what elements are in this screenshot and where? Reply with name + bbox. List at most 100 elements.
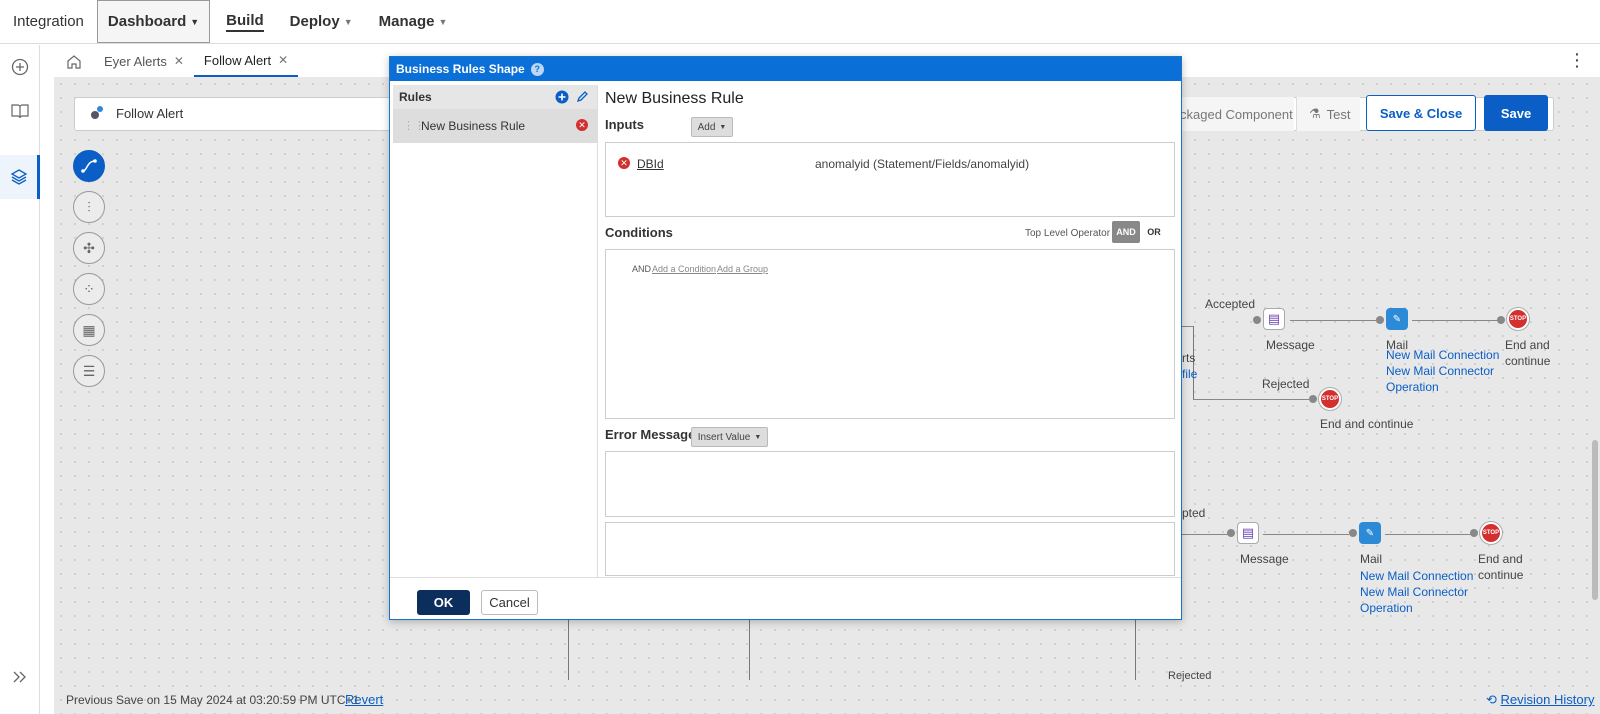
stop-icon[interactable]: STOP	[1480, 522, 1502, 544]
close-icon[interactable]: ✕	[174, 54, 184, 68]
edit-rule-icon[interactable]	[576, 90, 589, 106]
layers-icon[interactable]	[0, 155, 40, 199]
error-message-input[interactable]	[605, 451, 1175, 517]
business-rules-dialog: Business Rules Shape ? Rules ⋮⋮ New Busi…	[389, 56, 1182, 620]
expand-icon[interactable]	[0, 655, 40, 699]
mail-operation-link[interactable]: New Mail Connector	[1360, 584, 1468, 600]
mail-connection-link[interactable]: New Mail Connection	[1386, 347, 1499, 363]
input-name-link[interactable]: DBId	[637, 157, 664, 171]
puzzle-tool-icon[interactable]: ✣	[73, 232, 105, 264]
flow-line	[1182, 534, 1228, 535]
mail-connector-icon[interactable]: ✎	[1359, 522, 1381, 544]
process-icon	[88, 104, 106, 122]
mail-connection-link[interactable]: New Mail Connection	[1360, 568, 1473, 584]
flow-line	[1385, 534, 1471, 535]
nav-manage-label: Manage	[378, 13, 435, 30]
nav-build[interactable]: Build	[216, 0, 274, 43]
flask-icon: ⚗	[1309, 106, 1321, 121]
conditions-box: AND Add a Condition Add a Group	[605, 249, 1175, 419]
more-options-icon[interactable]: ⋮	[1568, 50, 1586, 71]
add-condition-link[interactable]: Add a Condition	[652, 264, 716, 274]
book-icon[interactable]	[0, 89, 40, 133]
flow-line	[749, 620, 750, 680]
chevron-down-icon: ▼	[754, 433, 762, 441]
process-name: Follow Alert	[116, 106, 184, 121]
help-icon[interactable]: ?	[530, 62, 544, 76]
and-operator-button[interactable]: AND	[1112, 221, 1140, 243]
add-group-link[interactable]: Add a Group	[717, 264, 768, 274]
packaged-component-label: ckaged Component	[1180, 106, 1293, 122]
delete-rule-icon[interactable]: ✕	[576, 119, 588, 131]
accepted-label: Accepted	[1205, 297, 1256, 311]
mail-operation-link[interactable]: New Mail Connector	[1386, 363, 1494, 379]
history-icon: ⟲	[1486, 692, 1497, 707]
home-tab[interactable]	[54, 45, 94, 77]
ok-button[interactable]: OK	[417, 590, 470, 615]
insert-value-button[interactable]: Insert Value ▼	[691, 427, 768, 447]
flow-dot	[1376, 316, 1384, 324]
mail-operation-link-2[interactable]: Operation	[1360, 600, 1413, 616]
remove-input-icon[interactable]: ✕	[618, 157, 630, 169]
mail-operation-link-2[interactable]: Operation	[1386, 379, 1439, 395]
rts-fragment: rts	[1182, 351, 1196, 365]
packaged-component-button[interactable]: ckaged Component	[1180, 97, 1294, 131]
nav-dashboard-label: Dashboard	[107, 13, 187, 30]
home-icon	[67, 54, 81, 69]
or-operator-button[interactable]: OR	[1142, 221, 1166, 243]
chevron-down-icon: ▼	[343, 16, 353, 27]
grid-tool-icon[interactable]: ⁘	[73, 273, 105, 305]
mail-connector-icon[interactable]: ✎	[1386, 308, 1408, 330]
revert-link[interactable]: Revert	[345, 692, 383, 707]
end-label-2: continue	[1505, 354, 1551, 368]
flow-dot	[1349, 529, 1357, 537]
map-tool-icon[interactable]: ▦	[73, 314, 105, 346]
stop-icon[interactable]: STOP	[1319, 388, 1341, 410]
connector-tool-icon[interactable]	[73, 150, 105, 182]
test-button[interactable]: ⚗ Test	[1296, 97, 1360, 131]
flow-line	[1263, 534, 1349, 535]
tab-label: Eyer Alerts	[104, 53, 167, 69]
sliders-tool-icon[interactable]: ⫶	[73, 191, 105, 223]
revision-history-label: Revision History	[1500, 692, 1595, 707]
rejected-bottom-label: Rejected	[1168, 670, 1212, 682]
end-label: End and	[1478, 552, 1523, 566]
chevron-down-icon: ▼	[190, 16, 200, 27]
cancel-button[interactable]: Cancel	[481, 590, 538, 615]
nav-deploy[interactable]: Deploy ▼	[280, 0, 363, 43]
save-button[interactable]: Save	[1484, 95, 1548, 131]
nav-deploy-label: Deploy	[289, 13, 340, 30]
nav-manage[interactable]: Manage ▼	[369, 0, 458, 43]
conditions-label: Conditions	[605, 225, 673, 240]
test-label: Test	[1326, 106, 1351, 122]
previous-save-text: Previous Save on 15 May 2024 at 03:20:59…	[66, 693, 360, 707]
message-label: Message	[1266, 338, 1315, 352]
flow-dot	[1227, 529, 1235, 537]
tab-eyer-alerts[interactable]: Eyer Alerts ✕	[94, 45, 194, 77]
notes-tool-icon[interactable]: ☰	[73, 355, 105, 387]
rules-header: Rules	[393, 85, 597, 109]
add-input-button[interactable]: Add ▼	[691, 117, 733, 137]
drag-handle-icon[interactable]: ⋮⋮	[403, 119, 425, 132]
tab-follow-alert[interactable]: Follow Alert ✕	[193, 45, 299, 77]
flow-line	[568, 620, 569, 680]
stop-icon[interactable]: STOP	[1507, 308, 1529, 330]
error-message-preview	[605, 522, 1175, 576]
top-navigation: Integration Dashboard ▼ Build Deploy ▼ M…	[0, 0, 1600, 44]
add-rule-icon[interactable]	[555, 90, 569, 107]
canvas-scrollbar[interactable]	[1592, 440, 1598, 600]
add-icon[interactable]	[0, 45, 40, 89]
rule-list-item[interactable]: ⋮⋮ New Business Rule ✕	[393, 109, 597, 143]
save-close-button[interactable]: Save & Close	[1366, 95, 1476, 131]
end-label-2: continue	[1478, 568, 1524, 582]
nav-build-label: Build	[226, 12, 264, 32]
message-icon[interactable]: ▤	[1263, 308, 1285, 330]
nav-dashboard[interactable]: Dashboard ▼	[96, 0, 211, 43]
close-icon[interactable]: ✕	[278, 53, 288, 67]
flow-dot	[1497, 316, 1505, 324]
chevron-down-icon: ▼	[438, 16, 448, 27]
app-brand[interactable]: Integration	[0, 0, 97, 43]
revision-history-link[interactable]: ⟲ Revision History	[1486, 692, 1594, 708]
insert-value-label: Insert Value	[697, 431, 751, 443]
message-icon[interactable]: ▤	[1237, 522, 1259, 544]
left-rail	[0, 45, 40, 714]
